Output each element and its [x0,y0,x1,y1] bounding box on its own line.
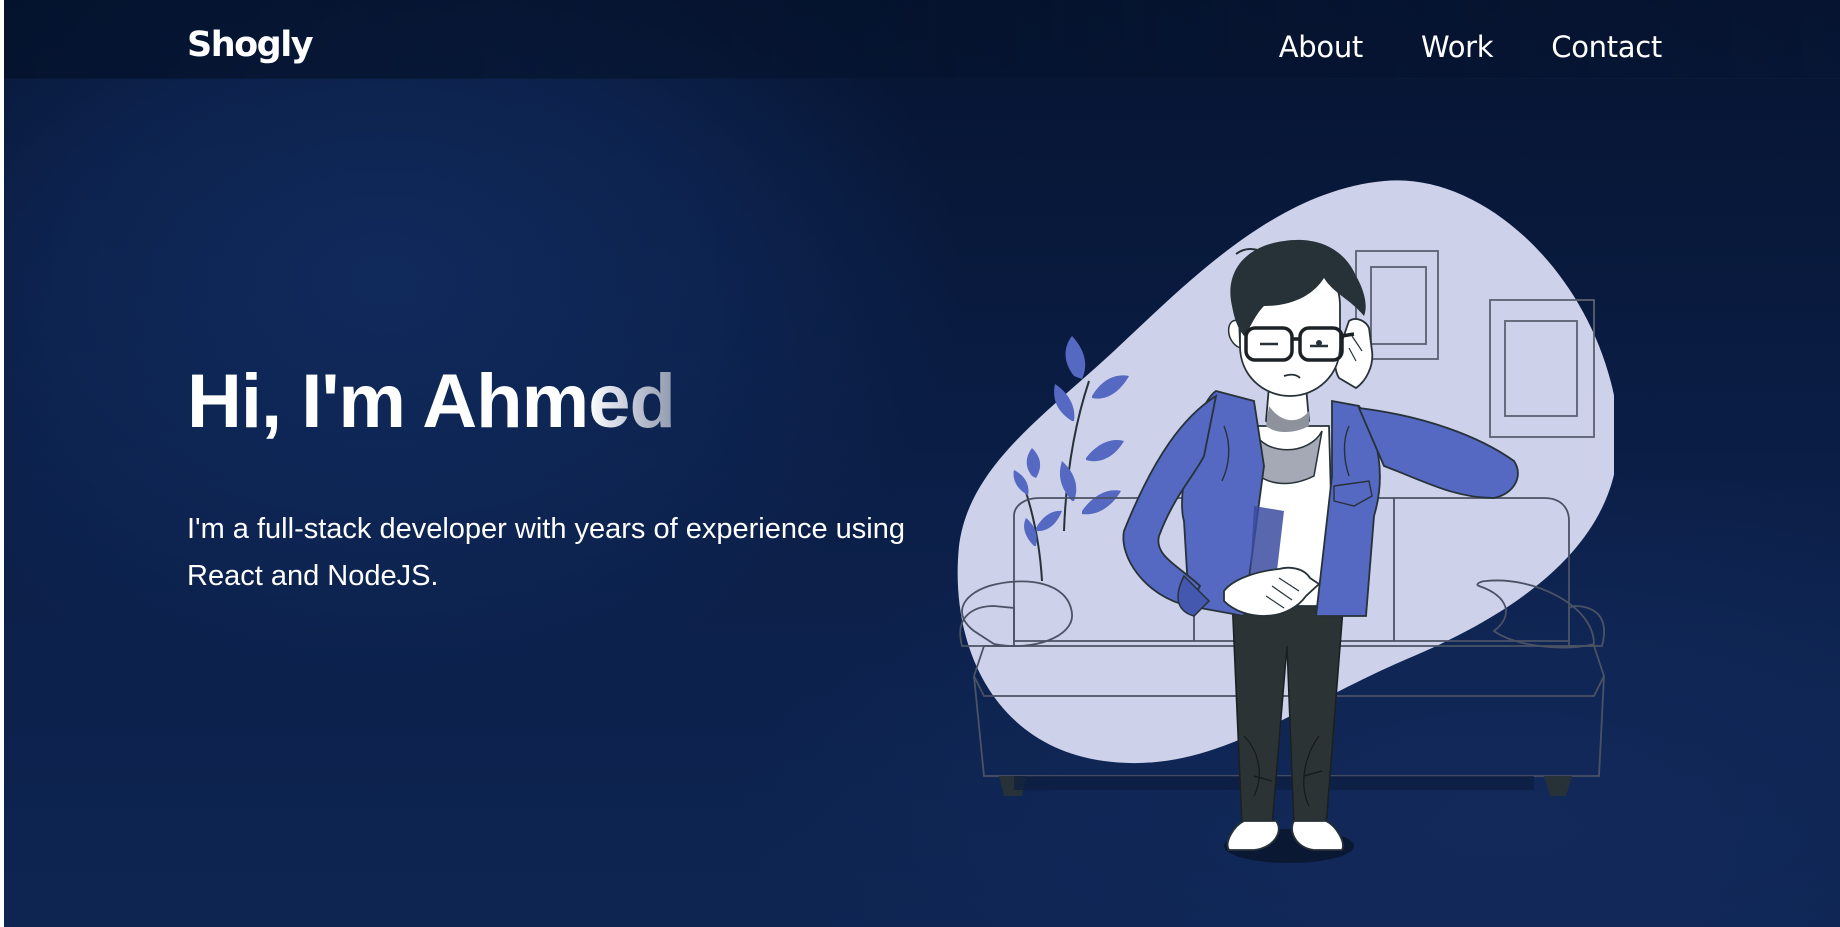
navbar: Shogly About Work Contact [4,0,1840,79]
logo[interactable]: Shogly [187,28,314,63]
developer-illustration-icon [957,180,1614,863]
hero-title-fade: ed [588,359,676,444]
hero-subtitle: I'm a full-stack developer with years of… [187,513,905,592]
nav-link-contact[interactable]: Contact [1551,33,1662,62]
page: Shogly About Work Contact Hi, I'm Ahmed … [4,0,1840,927]
nav-link-about[interactable]: About [1279,33,1364,62]
eye-pupil [1316,340,1322,346]
hero-title: Hi, I'm Ahmed [187,364,676,440]
nav-link-work[interactable]: Work [1421,33,1494,62]
hero-title-main: Hi, I'm Ahm [187,359,589,444]
nav-links: About Work Contact [1279,33,1663,62]
